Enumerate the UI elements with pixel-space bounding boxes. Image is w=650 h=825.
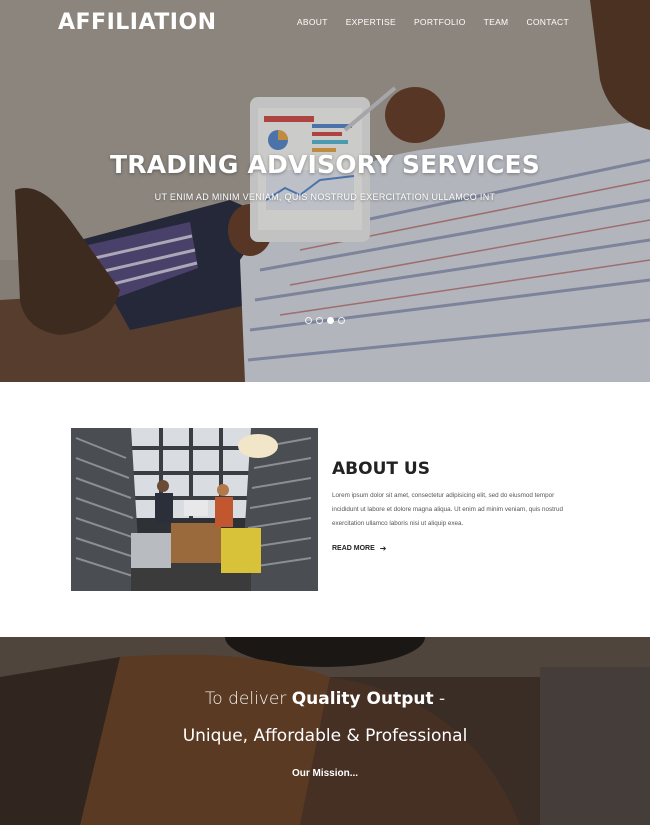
mission-headline-emphasis: Quality Output [291,689,434,709]
nav-item-team[interactable]: TEAM [484,17,509,27]
mission-headline: To deliver Quality Output - [0,689,650,709]
read-more-link[interactable]: READ MORE ➔ [332,544,386,553]
about-section: ABOUT US Lorem ipsum dolor sit amet, con… [0,382,650,637]
main-nav: ABOUT EXPERTISE PORTFOLIO TEAM CONTACT [279,17,569,27]
nav-item-contact[interactable]: CONTACT [526,17,569,27]
site-logo[interactable]: AFFILIATION [58,10,217,35]
hero-subtitle: UT ENIM AD MINIM VENIAM, QUIS NOSTRUD EX… [154,192,496,202]
about-description: Lorem ipsum dolor sit amet, consectetur … [332,492,564,527]
hero-section: AFFILIATION ABOUT EXPERTISE PORTFOLIO TE… [0,0,650,382]
nav-item-expertise[interactable]: EXPERTISE [346,17,396,27]
slider-dot-3[interactable] [327,317,334,324]
arrow-right-icon: ➔ [379,544,387,553]
about-title: ABOUT US [332,459,430,479]
nav-item-portfolio[interactable]: PORTFOLIO [414,17,466,27]
mission-headline-prefix: To deliver [204,689,287,709]
mission-headline-suffix: - [439,689,446,709]
hero-overlay [0,0,650,382]
mission-section: To deliver Quality Output - Unique, Affo… [0,637,650,825]
slider-pagination [305,317,345,324]
our-mission-link[interactable]: Our Mission... [0,768,650,779]
mission-tagline: Unique, Affordable & Professional [182,726,468,746]
slider-dot-1[interactable] [305,317,312,324]
read-more-label: READ MORE [332,545,375,552]
nav-item-about[interactable]: ABOUT [297,17,328,27]
slider-dot-4[interactable] [338,317,345,324]
hero-title: TRADING ADVISORY SERVICES [110,150,540,179]
slider-dot-2[interactable] [316,317,323,324]
about-office-photo [71,428,318,591]
